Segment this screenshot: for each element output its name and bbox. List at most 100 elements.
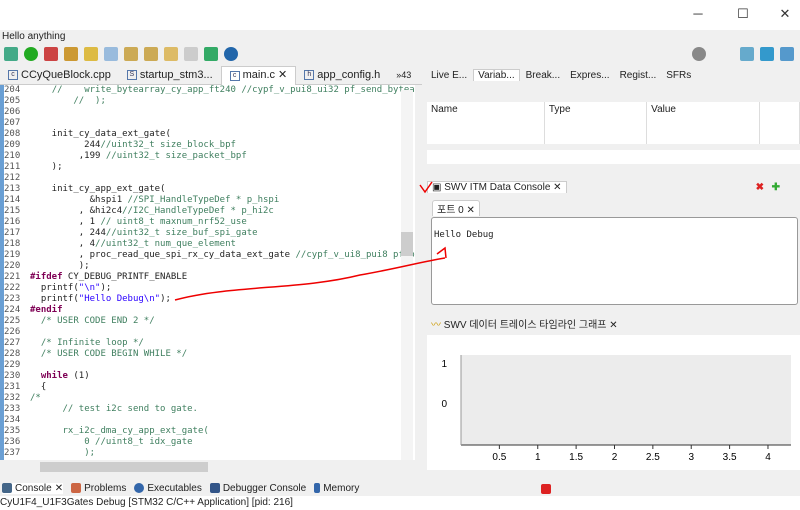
tab-executables[interactable]: Executables bbox=[134, 483, 202, 494]
tab-swv-timeline-graph[interactable]: 〰 SWV 데이터 트레이스 타임라인 그래프 ✕ bbox=[427, 316, 622, 331]
tab-main-c[interactable]: c main.c ✕ bbox=[220, 65, 297, 85]
tab-live-expressions[interactable]: Live E... bbox=[427, 70, 471, 81]
line-number: 226 bbox=[4, 327, 21, 337]
code-text: , 4//uint32_t num_que_element bbox=[30, 239, 236, 249]
tab-swv-itm-console[interactable]: ▣ SWV ITM Data Console ✕ bbox=[427, 181, 567, 193]
tab-port-0[interactable]: 포트 0 ✕ bbox=[432, 200, 480, 216]
back-icon[interactable] bbox=[164, 47, 178, 61]
code-editor[interactable]: 204 // write_bytearray_cy_app_ft240 //cy… bbox=[0, 85, 415, 460]
tab-problems[interactable]: Problems bbox=[71, 483, 126, 494]
line-number: 233 bbox=[4, 404, 21, 414]
toggle-mark-icon[interactable] bbox=[104, 47, 118, 61]
views-tabs: Live E... Variab... Break... Expres... R… bbox=[427, 66, 800, 84]
x-tick-label: 1.5 bbox=[569, 452, 583, 463]
code-line: 209 244//uint32_t size_block_bpf bbox=[4, 140, 415, 151]
code-text: , 244//uint32_t size_buf_spi_gate bbox=[30, 228, 258, 238]
console-status: CyU1F4_U1F3Gates Debug [STM32 C/C++ Appl… bbox=[0, 496, 800, 510]
close-icon[interactable]: ✕ bbox=[278, 66, 287, 85]
search-icon[interactable] bbox=[692, 47, 706, 61]
code-line: 231 { bbox=[4, 382, 415, 393]
more-tabs-button[interactable]: »43 bbox=[388, 66, 419, 85]
plot-area bbox=[461, 355, 791, 445]
line-number: 227 bbox=[4, 338, 21, 348]
maximize-button[interactable]: ☐ bbox=[733, 6, 753, 24]
timeline-graph[interactable]: 0.5 1 1.5 2 2.5 3 3.5 4 1 0 bbox=[427, 335, 800, 470]
tab-label: Problems bbox=[84, 482, 127, 494]
line-number: 235 bbox=[4, 426, 21, 436]
tab-ccyqueblock[interactable]: c CCyQueBlock.cpp bbox=[0, 66, 119, 85]
line-number: 221 bbox=[4, 272, 21, 282]
tab-sfrs[interactable]: SFRs bbox=[662, 70, 695, 81]
variables-table: Name Type Value bbox=[427, 102, 800, 144]
code-text: #ifdef CY_DEBUG_PRINTF_ENABLE bbox=[30, 272, 188, 282]
tab-console[interactable]: Console ✕ bbox=[2, 482, 64, 494]
console-icon bbox=[2, 483, 12, 493]
code-text: /* bbox=[30, 393, 41, 403]
build-icon[interactable] bbox=[84, 47, 98, 61]
remove-icon[interactable]: ✖ bbox=[756, 182, 764, 193]
tab-expressions[interactable]: Expres... bbox=[566, 70, 613, 81]
line-number: 217 bbox=[4, 228, 21, 238]
code-text: , &hi2c4//I2C_HandleTypeDef * p_hi2c bbox=[30, 206, 274, 216]
close-button[interactable]: ✕ bbox=[775, 6, 795, 24]
line-number: 218 bbox=[4, 239, 21, 249]
terminate-icon[interactable] bbox=[541, 484, 551, 494]
code-text: &hspi1 //SPI_HandleTypeDef * p_hspi bbox=[30, 195, 280, 205]
title-bar: ─ ☐ ✕ bbox=[0, 0, 800, 30]
tab-memory[interactable]: Memory bbox=[314, 483, 359, 494]
code-line: 237 ); bbox=[4, 448, 415, 459]
y-tick-label: 0 bbox=[441, 399, 447, 410]
info-icon[interactable] bbox=[224, 47, 238, 61]
code-line: 211 ); bbox=[4, 162, 415, 173]
debug-icon[interactable] bbox=[4, 47, 18, 61]
tab-label: SWV ITM Data Console bbox=[444, 182, 551, 193]
prev-annotation-icon[interactable] bbox=[144, 47, 158, 61]
tab-app-config[interactable]: h app_config.h bbox=[296, 66, 388, 85]
tab-startup[interactable]: Sstartup_stm3... bbox=[119, 66, 221, 85]
code-text: , proc_read_que_spi_rx_cy_data_ext_gate … bbox=[30, 250, 415, 260]
run-icon[interactable] bbox=[24, 47, 38, 61]
scroll-thumb[interactable] bbox=[40, 462, 208, 472]
tab-label: app_config.h bbox=[317, 68, 381, 81]
line-number: 205 bbox=[4, 96, 21, 106]
minimize-button[interactable]: ─ bbox=[688, 6, 708, 24]
y-tick-label: 1 bbox=[441, 359, 447, 370]
debug-perspective-icon[interactable] bbox=[780, 47, 794, 61]
line-number: 216 bbox=[4, 217, 21, 227]
code-line: 234 bbox=[4, 415, 415, 426]
code-line: 235 rx_i2c_dma_cy_app_ext_gate( bbox=[4, 426, 415, 437]
column-value[interactable]: Value bbox=[646, 102, 760, 130]
tab-breakpoints[interactable]: Break... bbox=[522, 70, 564, 81]
line-number: 224 bbox=[4, 305, 21, 315]
line-number: 223 bbox=[4, 294, 21, 304]
code-text: // test i2c send to gate. bbox=[62, 404, 198, 414]
code-line: 230 while (1) bbox=[4, 371, 415, 382]
x-tick-label: 2.5 bbox=[646, 452, 660, 463]
editor-vertical-scrollbar[interactable] bbox=[401, 90, 413, 460]
tab-variables[interactable]: Variab... bbox=[473, 69, 520, 81]
forward-icon[interactable] bbox=[184, 47, 198, 61]
code-line: 220 ); bbox=[4, 261, 415, 272]
debugger-console-icon bbox=[209, 483, 220, 493]
external-tools-icon[interactable] bbox=[44, 47, 58, 61]
console-text: Hello Debug bbox=[434, 230, 494, 240]
column-name[interactable]: Name bbox=[427, 102, 545, 130]
tab-debugger-console[interactable]: Debugger Console bbox=[209, 483, 306, 494]
code-line: 226 bbox=[4, 327, 415, 338]
x-tick-label: 3.5 bbox=[723, 452, 737, 463]
itm-console-header: ▣ SWV ITM Data Console ✕ ✖ ✚ bbox=[427, 178, 800, 196]
open-folder-icon[interactable] bbox=[64, 47, 78, 61]
add-port-icon[interactable]: ✚ bbox=[772, 182, 780, 193]
timeline-header: 〰 SWV 데이터 트레이스 타임라인 그래프 ✕ bbox=[427, 314, 800, 332]
perspective-icon[interactable] bbox=[740, 47, 754, 61]
column-extra bbox=[759, 102, 800, 130]
next-annotation-icon[interactable] bbox=[124, 47, 138, 61]
tab-registers[interactable]: Regist... bbox=[616, 70, 661, 81]
mx-perspective-icon[interactable] bbox=[760, 47, 774, 61]
column-type[interactable]: Type bbox=[544, 102, 648, 130]
scroll-thumb[interactable] bbox=[401, 232, 413, 256]
open-perspective-icon[interactable] bbox=[204, 47, 218, 61]
console-icon: ▣ bbox=[432, 182, 445, 193]
itm-console-output[interactable]: Hello Debug bbox=[431, 217, 798, 305]
line-number: 214 bbox=[4, 195, 21, 205]
